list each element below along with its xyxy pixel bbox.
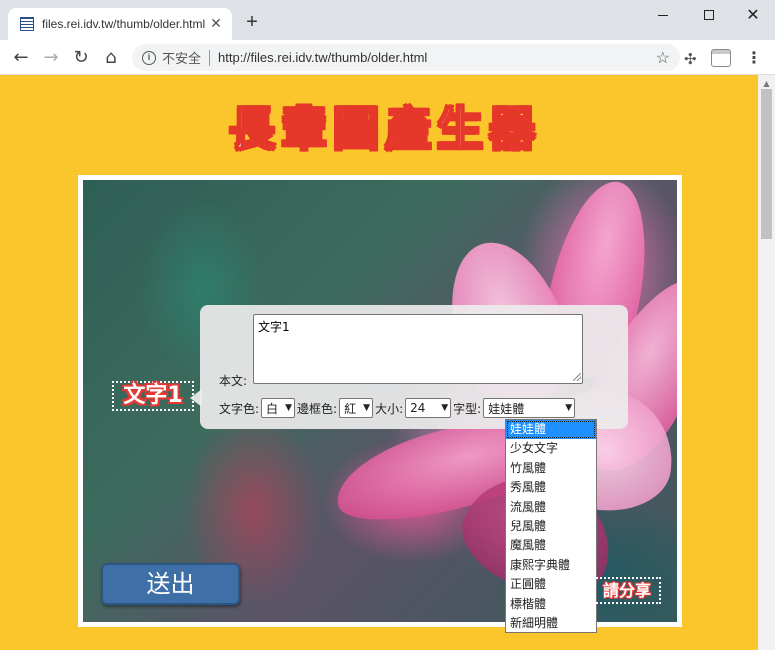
address-bar[interactable]: i 不安全 http://files.rei.idv.tw/thumb/olde… [132, 44, 680, 71]
minimize-icon [658, 14, 668, 16]
font-value: 娃娃體 [488, 401, 525, 416]
font-option[interactable]: 秀風體 [506, 478, 596, 497]
close-icon: ✕ [746, 7, 760, 24]
omnibox-divider [209, 49, 211, 66]
page-title: 長輩圖產生器 [228, 101, 541, 157]
chevron-down-icon: ▼ [285, 403, 293, 413]
scroll-thumb[interactable] [761, 89, 772, 239]
font-option[interactable]: 正圓體 [506, 575, 596, 594]
insecure-label: 不安全 [162, 51, 202, 66]
border-color-label: 邊框色: [297, 401, 338, 416]
profile-icon[interactable] [711, 49, 731, 67]
maximize-icon [704, 10, 714, 20]
chevron-down-icon: ▼ [565, 403, 573, 413]
home-button[interactable]: ⌂ [98, 45, 124, 71]
body-text-input[interactable]: 文字1 [253, 314, 583, 384]
text-color-select[interactable]: 白 ▼ [261, 398, 296, 418]
font-option[interactable]: 康熙字典體 [506, 556, 596, 575]
back-button[interactable]: ← [8, 45, 34, 71]
reload-button[interactable]: ↻ [68, 45, 94, 71]
minimize-button[interactable] [640, 0, 686, 30]
close-window-button[interactable]: ✕ [730, 0, 775, 30]
style-controls: 文字色: 白 ▼ 邊框色: 紅 ▼ 大小: 24 ▼ 字型: 娃娃體 ▼ [219, 398, 577, 418]
font-option[interactable]: 新細明體 [506, 614, 596, 633]
maximize-button[interactable] [686, 0, 732, 30]
body-text-label: 本文: [219, 374, 248, 388]
text-color-label: 文字色: [219, 401, 260, 416]
tab-close-icon[interactable]: ✕ [208, 16, 224, 32]
text-color-value: 白 [266, 401, 279, 416]
extensions-puzzle-icon[interactable]: ✣ [684, 50, 697, 68]
textarea-resize-grip-icon[interactable] [573, 373, 581, 381]
tab-title: files.rei.idv.tw/thumb/older.html [42, 17, 206, 31]
font-dropdown-list: 娃娃體 少女文字 竹風體 秀風體 流風體 兒風體 魔風體 康熙字典體 正圓體 標… [505, 419, 597, 633]
page-favicon-icon [20, 17, 34, 31]
draggable-overlay-text[interactable]: 文字1 [112, 381, 194, 411]
browser-toolbar: ← → ↻ ⌂ i 不安全 http://files.rei.idv.tw/th… [0, 40, 775, 75]
font-option[interactable]: 娃娃體 [506, 420, 596, 440]
share-overlay-text[interactable]: 請分享 [593, 577, 661, 604]
vertical-scrollbar[interactable]: ▲ [758, 75, 775, 650]
menu-kebab-icon[interactable]: ⋮ [746, 48, 762, 67]
browser-titlebar: files.rei.idv.tw/thumb/older.html ✕ + ✕ [0, 0, 775, 40]
font-option[interactable]: 標楷體 [506, 595, 596, 614]
forward-button[interactable]: → [38, 45, 64, 71]
browser-tab[interactable]: files.rei.idv.tw/thumb/older.html ✕ [8, 8, 232, 40]
chevron-down-icon: ▼ [441, 403, 449, 413]
chevron-down-icon: ▼ [363, 403, 371, 413]
border-color-value: 紅 [344, 401, 357, 416]
bookmark-star-icon[interactable]: ☆ [656, 48, 670, 68]
info-icon[interactable]: i [142, 50, 156, 65]
font-option[interactable]: 流風體 [506, 498, 596, 517]
font-select[interactable]: 娃娃體 ▼ [483, 398, 576, 418]
size-label: 大小: [375, 401, 404, 416]
url-text[interactable]: http://files.rei.idv.tw/thumb/older.html [218, 50, 427, 65]
font-option[interactable]: 少女文字 [506, 439, 596, 458]
border-color-select[interactable]: 紅 ▼ [339, 398, 374, 418]
font-option[interactable]: 魔風體 [506, 536, 596, 555]
text-editor-panel: 本文: 文字1 文字色: 白 ▼ 邊框色: 紅 ▼ 大小: 24 ▼ 字型: 娃… [200, 305, 628, 429]
font-option[interactable]: 兒風體 [506, 517, 596, 536]
submit-button[interactable]: 送出 [101, 563, 240, 605]
font-option[interactable]: 竹風體 [506, 459, 596, 478]
new-tab-button[interactable]: + [242, 12, 262, 32]
scroll-up-arrow-icon[interactable]: ▲ [758, 79, 775, 88]
font-label: 字型: [453, 401, 482, 416]
size-select[interactable]: 24 ▼ [405, 398, 452, 418]
size-value: 24 [410, 401, 426, 415]
